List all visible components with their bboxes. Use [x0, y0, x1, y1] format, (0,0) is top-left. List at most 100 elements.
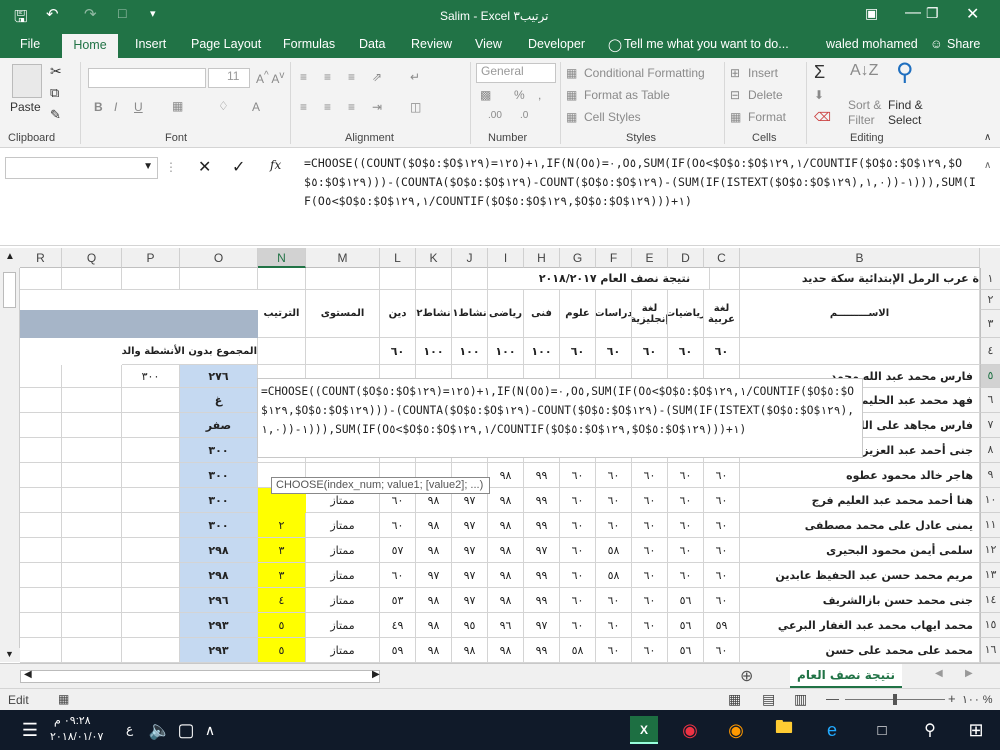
mark-cell[interactable]: ٥٦: [668, 638, 704, 663]
conditional-formatting-button[interactable]: Conditional Formatting: [584, 66, 705, 80]
cancel-icon[interactable]: ✕: [198, 157, 211, 177]
scroll-right-icon[interactable]: ▶: [372, 669, 380, 680]
task-view-icon[interactable]: □: [868, 716, 896, 744]
total-score[interactable]: ٢٧٦: [180, 365, 258, 388]
row-header[interactable]: ١٦: [980, 638, 1000, 663]
format-as-table-icon[interactable]: ▦: [566, 88, 577, 102]
mark-cell[interactable]: ٦٠: [704, 513, 740, 538]
mark-cell[interactable]: ٩٧: [452, 513, 488, 538]
mark-cell[interactable]: ٦٠: [632, 613, 668, 638]
decrease-decimal-icon[interactable]: .0: [520, 110, 528, 121]
column-header-b[interactable]: B: [740, 248, 980, 268]
row-header[interactable]: ٧: [980, 413, 1000, 438]
rank-cell[interactable]: ٣: [258, 563, 306, 588]
column-label-math[interactable]: رياضى: [488, 290, 524, 338]
mark-cell[interactable]: ٦٠: [596, 463, 632, 488]
tab-home[interactable]: Home: [62, 34, 118, 58]
align-bottom-icon[interactable]: ≡: [348, 70, 355, 84]
italic-icon[interactable]: I: [114, 100, 117, 114]
student-name[interactable]: جنى محمد حسن بازالشريف: [740, 588, 980, 613]
mark-cell[interactable]: ٩٩: [524, 588, 560, 613]
rank-cell[interactable]: ٥: [258, 613, 306, 638]
column-header-d[interactable]: D: [668, 248, 704, 268]
increase-decimal-icon[interactable]: .00: [488, 110, 502, 121]
grid-cell[interactable]: [122, 638, 180, 663]
font-size-box[interactable]: 11: [208, 68, 250, 88]
mark-cell[interactable]: ٩٨: [488, 588, 524, 613]
mark-cell[interactable]: ٥٩: [704, 613, 740, 638]
next-sheet-icon[interactable]: ▶: [965, 668, 973, 679]
autosum-icon[interactable]: Σ: [814, 62, 825, 83]
column-header-n[interactable]: N: [258, 248, 306, 268]
mark-cell[interactable]: ٦٠: [632, 463, 668, 488]
mark-cell[interactable]: ٦٠: [704, 563, 740, 588]
wrap-text-icon[interactable]: ↵: [410, 70, 420, 84]
grow-font-icon[interactable]: A^ Av: [256, 70, 284, 86]
grid-cell[interactable]: [20, 513, 62, 538]
mark-cell[interactable]: ٩٧: [452, 538, 488, 563]
column-header-m[interactable]: M: [306, 248, 380, 268]
grid-cell[interactable]: [122, 513, 180, 538]
vertical-scrollbar[interactable]: [0, 268, 20, 661]
borders-icon[interactable]: ▦: [172, 99, 183, 113]
mark-cell[interactable]: ٩٨: [488, 538, 524, 563]
number-format-box[interactable]: General: [476, 63, 556, 83]
column-label-arabic[interactable]: لغة عربية: [704, 290, 740, 338]
grid-cell[interactable]: [20, 638, 62, 663]
max-score[interactable]: ٦٠: [596, 338, 632, 365]
minimize-icon[interactable]: —: [905, 4, 921, 22]
comma-icon[interactable]: ,: [538, 88, 541, 102]
mark-cell[interactable]: ٦٠: [596, 488, 632, 513]
grid-cell[interactable]: [258, 338, 306, 365]
grid-cell[interactable]: [62, 488, 122, 513]
underline-icon[interactable]: U: [134, 100, 143, 114]
rank-cell[interactable]: ٤: [258, 588, 306, 613]
rank-cell[interactable]: ٣: [258, 538, 306, 563]
total-score[interactable]: ٢٩٨: [180, 563, 258, 588]
grid-cell[interactable]: [62, 365, 122, 388]
grid-cell[interactable]: [62, 513, 122, 538]
student-name[interactable]: هاجر خالد محمود عطوه: [740, 463, 980, 488]
total-score[interactable]: ٣٠٠: [180, 488, 258, 513]
grid-cell[interactable]: [20, 463, 62, 488]
level-cell[interactable]: ممتاز: [306, 538, 380, 563]
grid-cell[interactable]: [20, 588, 62, 613]
column-header-p[interactable]: P: [122, 248, 180, 268]
user-name[interactable]: waled mohamed: [826, 37, 918, 51]
fill-color-icon[interactable]: ♢: [218, 99, 229, 113]
mark-cell[interactable]: ٤٩: [380, 613, 416, 638]
grid-cell[interactable]: [380, 268, 416, 290]
column-header-q[interactable]: Q: [62, 248, 122, 268]
column-label-name[interactable]: الاســـــــــم: [740, 290, 980, 338]
zoom-level[interactable]: ١٠٠ %: [962, 693, 993, 706]
insert-cells-button[interactable]: Insert: [748, 66, 778, 80]
mark-cell[interactable]: ٦٠: [560, 538, 596, 563]
grid-cell[interactable]: [62, 413, 122, 438]
mark-cell[interactable]: ٦٠: [632, 638, 668, 663]
mark-cell[interactable]: ٦٠: [560, 613, 596, 638]
formula-bar-expand-icon[interactable]: ∧: [984, 160, 991, 171]
rank-cell[interactable]: ٥: [258, 638, 306, 663]
format-as-table-button[interactable]: Format as Table: [584, 88, 670, 102]
mark-cell[interactable]: ٦٠: [380, 563, 416, 588]
close-icon[interactable]: ✕: [966, 4, 979, 24]
tab-page-layout[interactable]: Page Layout: [191, 37, 261, 51]
column-header-h[interactable]: H: [524, 248, 560, 268]
mark-cell[interactable]: ٥٧: [380, 538, 416, 563]
tab-developer[interactable]: Developer: [528, 37, 585, 51]
opera-icon[interactable]: ◉: [676, 716, 704, 744]
mark-cell[interactable]: ٩٦: [488, 613, 524, 638]
total-cell[interactable]: ٣٠٠: [122, 365, 180, 388]
name-box[interactable]: ▼: [5, 157, 158, 179]
grid-cell[interactable]: [62, 388, 122, 413]
volume-icon[interactable]: 🔈: [146, 716, 174, 744]
prev-sheet-icon[interactable]: ◀: [935, 668, 943, 679]
max-score[interactable]: ١٠٠: [452, 338, 488, 365]
mark-cell[interactable]: ٦٠: [596, 613, 632, 638]
grid-cell[interactable]: [180, 268, 258, 290]
column-label-english[interactable]: لغة إنجليزية: [632, 290, 668, 338]
tab-formulas[interactable]: Formulas: [283, 37, 335, 51]
school-name[interactable]: ة عرب الرمل الإبتدائية سكة حديد: [740, 268, 980, 290]
row-header[interactable]: ١١: [980, 513, 1000, 538]
row-header[interactable]: ١٣: [980, 563, 1000, 588]
